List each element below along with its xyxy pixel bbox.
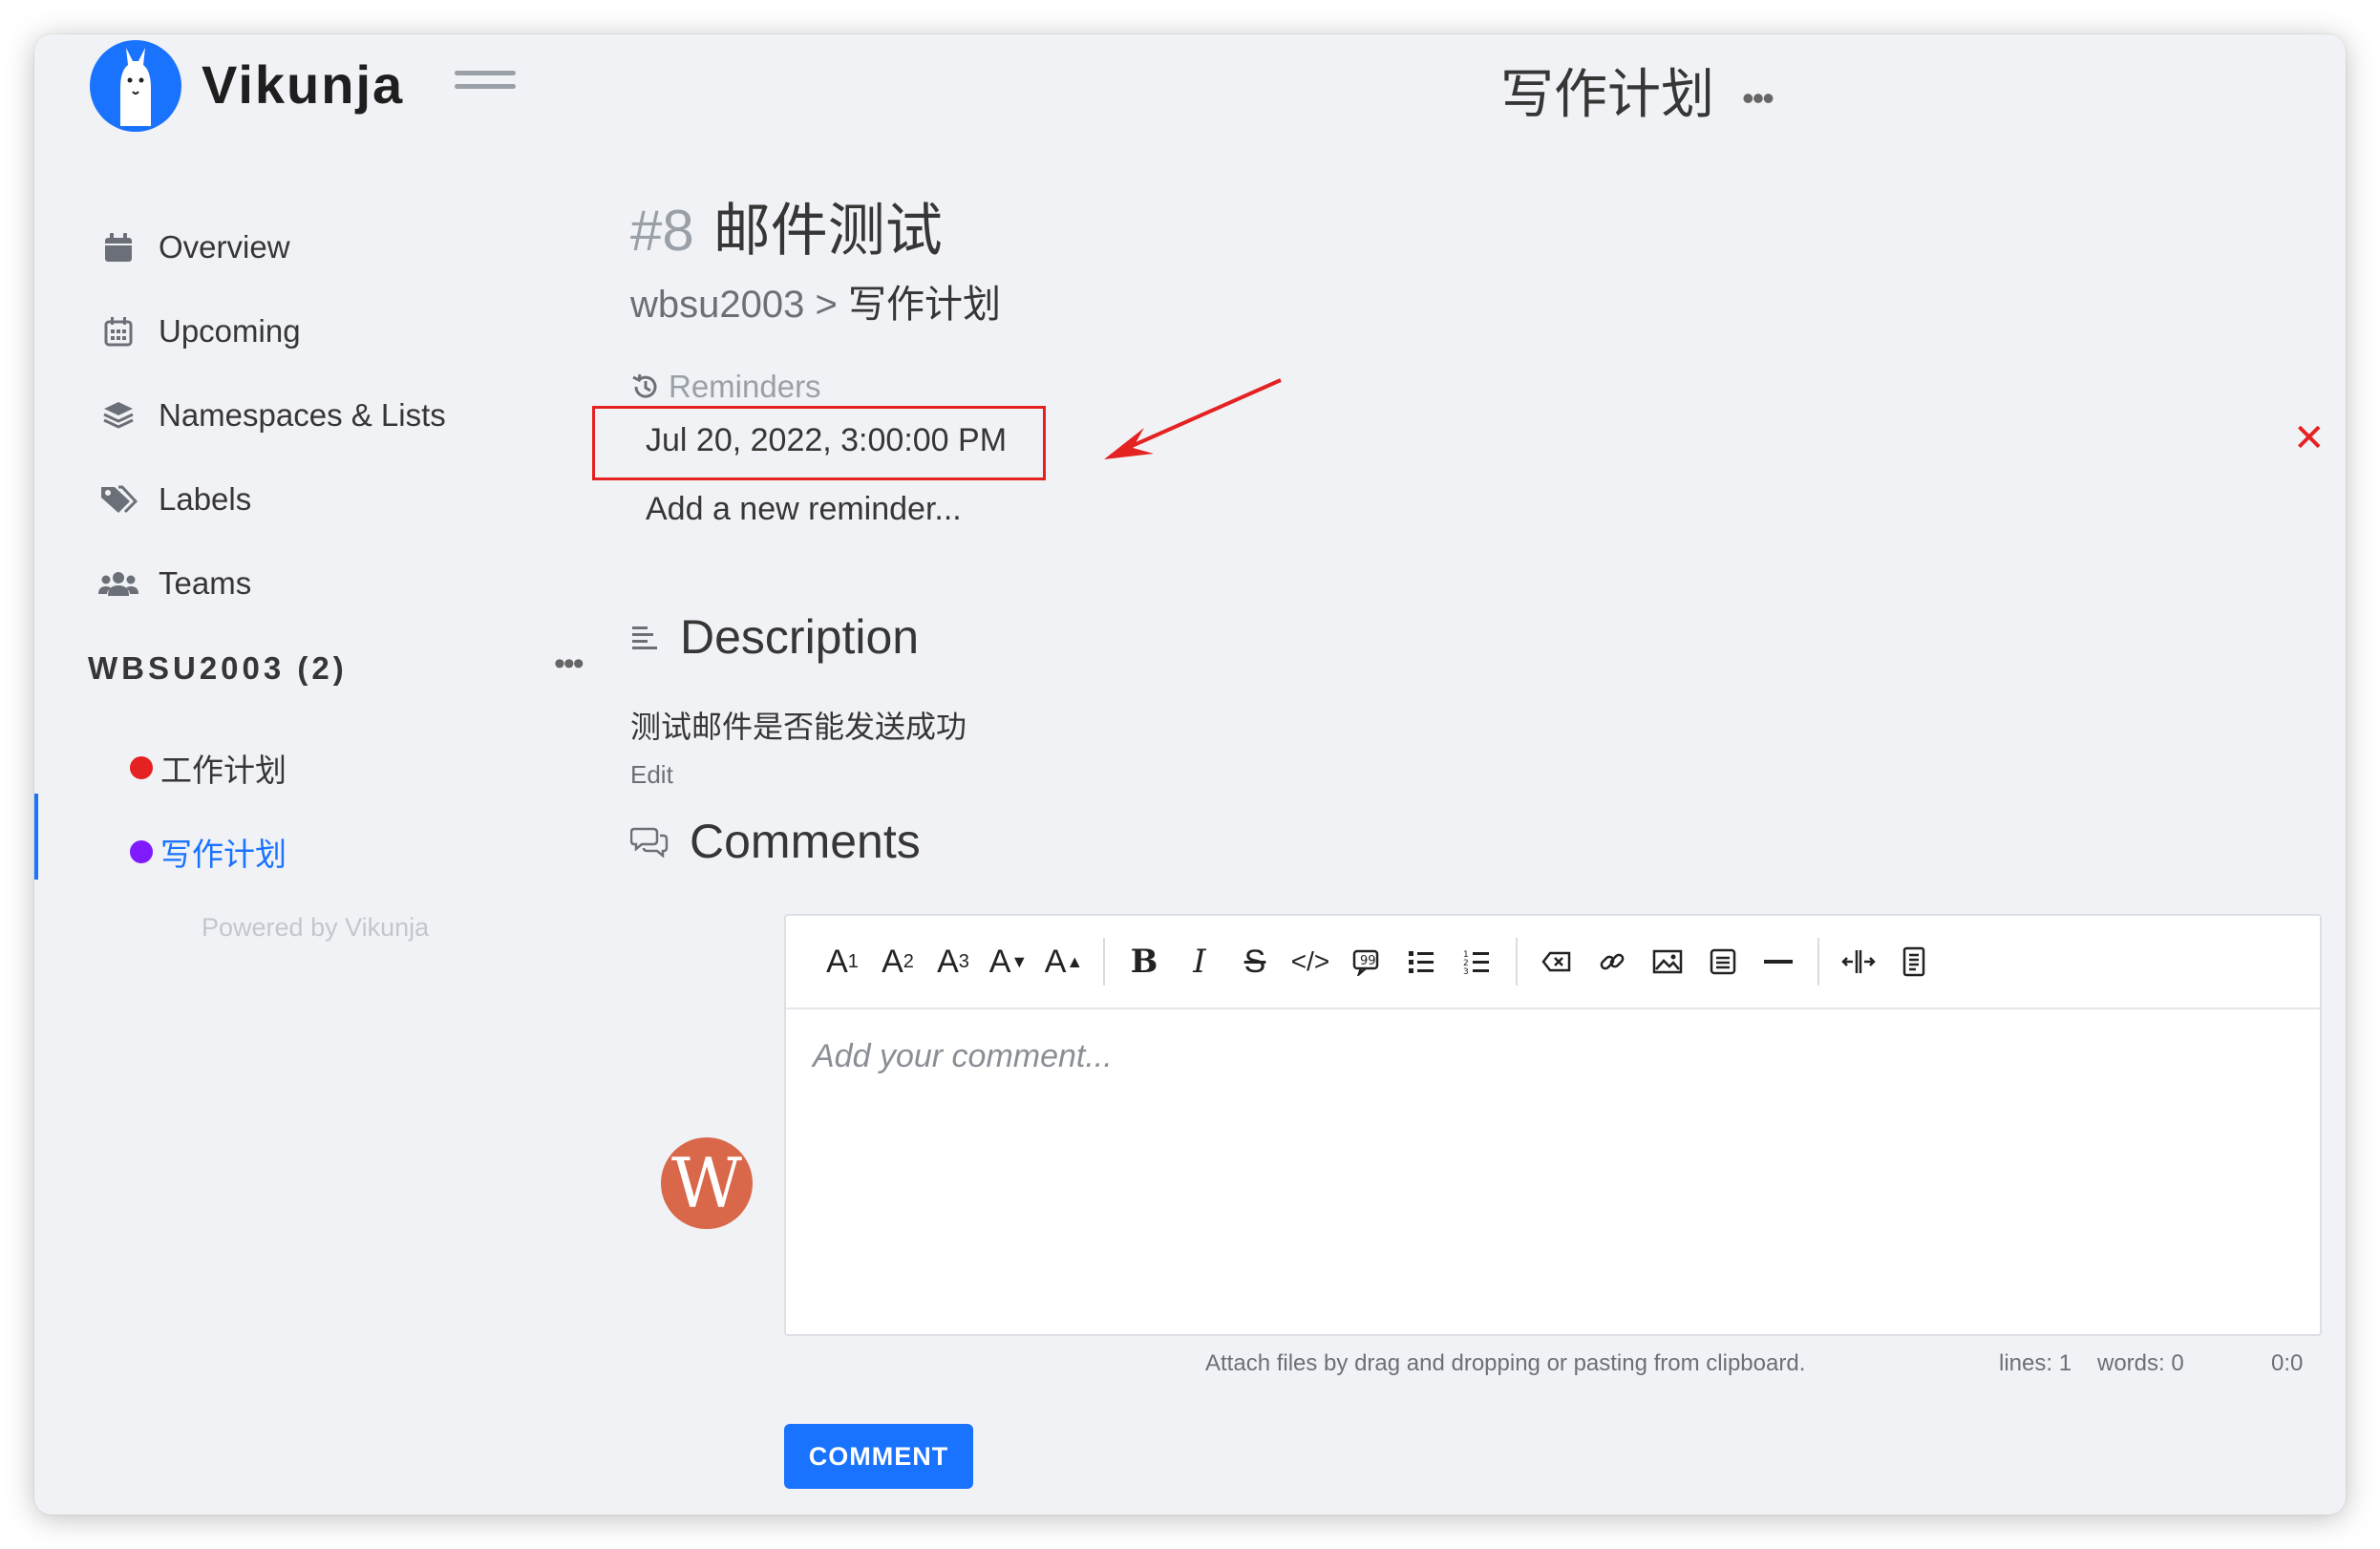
list-color-dot [130, 756, 153, 779]
list-color-dot [130, 840, 153, 863]
reminder-datetime[interactable]: Jul 20, 2022, 3:00:00 PM [646, 422, 1007, 459]
heading-smaller-icon[interactable]: A ▼ [981, 934, 1036, 989]
editor-toolbar: A1 A2 A3 A ▼ A ▲ B I S </> 99 123 [786, 916, 2320, 1009]
description-heading: Description [630, 609, 919, 665]
page-title: 写作计划 [1500, 64, 1714, 124]
namespace-more-icon[interactable]: ••• [554, 646, 584, 683]
horizontal-rule-icon[interactable] [1751, 934, 1806, 989]
remove-reminder-icon[interactable]: ✕ [2293, 416, 2326, 460]
tags-icon [97, 480, 139, 519]
comments-icon [630, 825, 669, 858]
attach-hint: Attach files by drag and dropping or pas… [1205, 1350, 1806, 1376]
toolbar-divider [1817, 938, 1819, 986]
avatar: W [661, 1137, 753, 1229]
toolbar-divider [1103, 938, 1105, 986]
side-by-side-icon[interactable] [1831, 934, 1886, 989]
code-icon[interactable]: </> [1283, 934, 1338, 989]
breadcrumb: wbsu2003 > 写作计划 [630, 273, 1001, 329]
numbered-list-icon[interactable]: 123 [1449, 934, 1504, 989]
app-brand[interactable]: Vikunja [202, 53, 404, 116]
app-window: Vikunja 写作计划 ••• Overview Upcoming Names… [34, 34, 2346, 1515]
task-heading: #8 邮件测试 [630, 184, 943, 267]
clean-block-icon[interactable] [1529, 934, 1584, 989]
reminders-label: Reminders [669, 369, 821, 404]
sidebar-item-overview[interactable]: Overview [97, 219, 290, 276]
image-icon[interactable] [1640, 934, 1695, 989]
menu-toggle-icon[interactable] [455, 71, 516, 109]
sidebar-item-upcoming[interactable]: Upcoming [97, 303, 301, 360]
strikethrough-icon[interactable]: S [1227, 934, 1283, 989]
sidebar-item-label: Upcoming [159, 313, 301, 349]
reminders-heading: Reminders [630, 369, 821, 405]
word-count: words: 0 [2097, 1350, 2184, 1376]
guide-icon[interactable] [1886, 934, 1942, 989]
active-indicator [34, 794, 38, 880]
heading-2-icon[interactable]: A2 [870, 934, 925, 989]
annotation-arrow-icon [1104, 378, 1282, 459]
align-left-icon [630, 624, 659, 650]
comment-submit-button[interactable]: COMMENT [784, 1424, 973, 1489]
breadcrumb-separator: > [815, 284, 838, 326]
svg-text:3: 3 [1463, 967, 1469, 975]
calendar-icon [97, 228, 139, 266]
history-icon [632, 373, 657, 398]
sidebar-item-namespaces[interactable]: Namespaces & Lists [97, 387, 446, 444]
toolbar-divider [1516, 938, 1518, 986]
list-item-label: 工作计划 [160, 753, 287, 788]
sidebar-item-labels[interactable]: Labels [97, 471, 251, 528]
layers-icon [97, 396, 139, 435]
task-title[interactable]: 邮件测试 [713, 199, 943, 263]
users-icon [97, 564, 139, 603]
table-icon[interactable] [1695, 934, 1751, 989]
calendar-grid-icon [97, 312, 139, 350]
sidebar-list-item-active[interactable]: 写作计划 [130, 825, 287, 879]
cursor-position: 0:0 [2271, 1350, 2304, 1376]
svg-text:99: 99 [1360, 954, 1376, 968]
namespace-title[interactable]: WBSU2003 (2) [88, 650, 348, 687]
comments-heading-label: Comments [690, 815, 921, 868]
link-icon[interactable] [1584, 934, 1640, 989]
description-heading-label: Description [680, 610, 920, 664]
sidebar-item-label: Namespaces & Lists [159, 397, 446, 433]
comment-input[interactable]: Add your comment... [813, 1038, 1113, 1075]
vikunja-logo-icon[interactable] [88, 38, 183, 134]
comments-heading: Comments [630, 814, 921, 869]
task-number: #8 [630, 199, 694, 263]
description-text[interactable]: 测试邮件是否能发送成功 [630, 703, 967, 747]
edit-description-link[interactable]: Edit [630, 760, 673, 790]
italic-icon[interactable]: I [1172, 934, 1227, 989]
heading-bigger-icon[interactable]: A ▲ [1036, 934, 1092, 989]
list-settings-more-icon[interactable]: ••• [1742, 78, 1774, 118]
sidebar-item-label: Labels [159, 481, 252, 517]
sidebar-item-label: Overview [159, 229, 290, 265]
sidebar-item-label: Teams [159, 565, 252, 601]
sidebar-item-teams[interactable]: Teams [97, 555, 251, 612]
breadcrumb-namespace[interactable]: wbsu2003 [630, 284, 804, 326]
breadcrumb-list[interactable]: 写作计划 [848, 284, 1001, 326]
heading-1-icon[interactable]: A1 [815, 934, 870, 989]
list-item-label: 写作计划 [160, 837, 287, 872]
bold-icon[interactable]: B [1116, 934, 1172, 989]
bullet-list-icon[interactable] [1393, 934, 1449, 989]
heading-3-icon[interactable]: A3 [925, 934, 981, 989]
powered-by-link[interactable]: Powered by Vikunja [202, 913, 429, 943]
quote-icon[interactable]: 99 [1338, 934, 1393, 989]
add-reminder-input[interactable]: Add a new reminder... [646, 491, 962, 528]
line-count: lines: 1 [1999, 1350, 2072, 1376]
sidebar-list-item[interactable]: 工作计划 [130, 741, 287, 795]
comment-editor[interactable]: A1 A2 A3 A ▼ A ▲ B I S </> 99 123 Add yo… [784, 914, 2322, 1336]
